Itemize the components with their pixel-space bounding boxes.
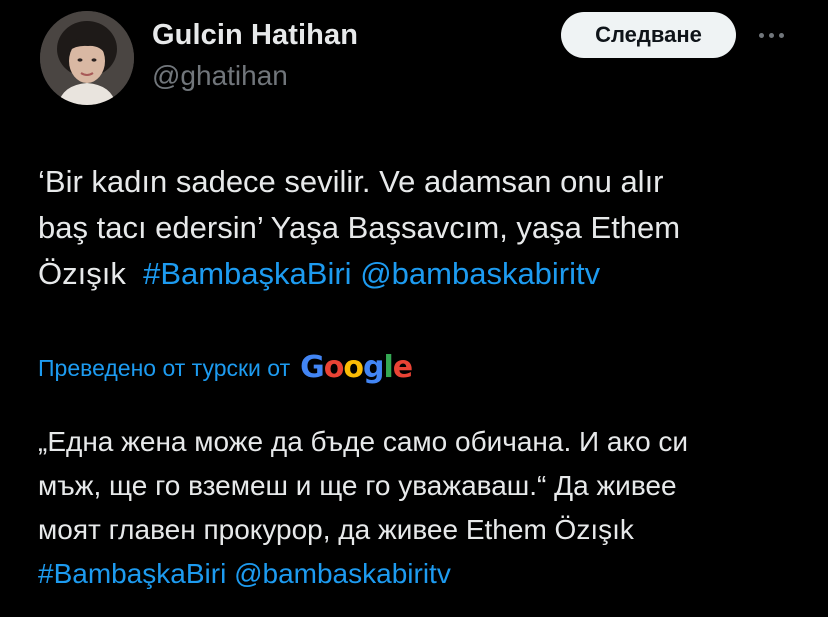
author-handle[interactable]: @ghatihan [152, 60, 288, 92]
tweet-line-text: Özışık [38, 256, 144, 291]
avatar-image [40, 11, 134, 105]
mention-link[interactable]: @bambaskabiritv [360, 256, 600, 291]
hashtag-link[interactable]: #BambaşkaBiri [143, 256, 351, 291]
translation-line: #BambaşkaBiri @bambaskabiritv [38, 552, 813, 596]
google-logo: Google [300, 350, 413, 385]
hashtag-link[interactable]: #BambaşkaBiri [38, 558, 226, 589]
tweet-line: ‘Bir kadın sadece sevilir. Ve adamsan on… [38, 164, 664, 199]
translation-line: моят главен прокурор, да живее Ethem Özı… [38, 514, 634, 545]
tweet-line: Özışık #BambaşkaBiri @bambaskabiritv [38, 251, 813, 297]
tweet-card: Gulcin Hatihan @ghatihan Следване ‘Bir k… [0, 0, 828, 617]
translation-line: „Една жена може да бъде само обичана. И … [38, 426, 689, 457]
author-name[interactable]: Gulcin Hatihan [152, 19, 358, 52]
dot-icon [758, 32, 764, 38]
author-avatar[interactable] [40, 11, 134, 105]
tweet-text: ‘Bir kadın sadece sevilir. Ve adamsan on… [38, 159, 813, 297]
translation-line: мъж, ще го вземеш и ще го уважаваш.“ Да … [38, 470, 677, 501]
mention-link[interactable]: @bambaskabiritv [234, 558, 451, 589]
translation-attribution[interactable]: Преведено от турски от Google [38, 350, 413, 385]
dot-icon [778, 32, 784, 38]
translation-label: Преведено от турски от [38, 354, 291, 381]
tweet-line: baş tacı edersin’ Yaşa Başsavcım, yaşa E… [38, 210, 681, 245]
dot-icon [768, 32, 774, 38]
follow-button[interactable]: Следване [561, 12, 736, 58]
more-options-icon[interactable] [751, 20, 791, 50]
translated-text: „Една жена може да бъде само обичана. И … [38, 420, 813, 596]
